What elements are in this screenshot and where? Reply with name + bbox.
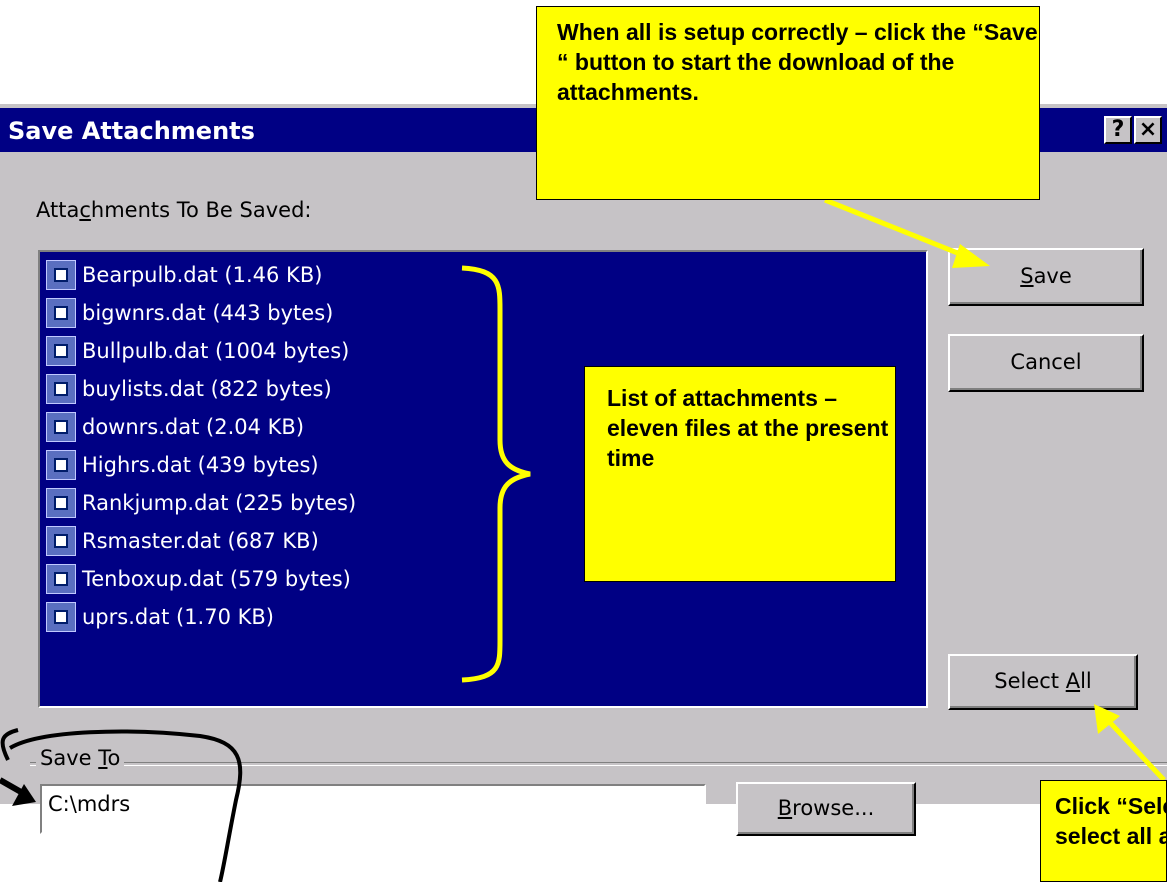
file-icon [46, 602, 76, 632]
list-item[interactable]: Rsmaster.dat (687 KB) [46, 522, 356, 560]
file-icon [46, 374, 76, 404]
file-icon [46, 298, 76, 328]
save-to-group-line [30, 762, 1167, 766]
browse-button[interactable]: Browse... [736, 782, 916, 836]
attachment-filename: Rankjump.dat (225 bytes) [82, 491, 357, 515]
attachment-filename: Bullpulb.dat (1004 bytes) [82, 339, 350, 363]
list-item[interactable]: Rankjump.dat (225 bytes) [46, 484, 356, 522]
file-icon [46, 526, 76, 556]
file-icon [46, 488, 76, 518]
cancel-button[interactable]: Cancel [948, 334, 1144, 392]
help-button[interactable]: ? [1104, 116, 1132, 144]
attachment-filename: Bearpulb.dat (1.46 KB) [82, 263, 323, 287]
select-all-button[interactable]: Select All [948, 654, 1138, 710]
file-icon [46, 336, 76, 366]
list-callout: List of attachments – eleven files at th… [584, 366, 896, 582]
list-item[interactable]: buylists.dat (822 bytes) [46, 370, 356, 408]
save-button[interactable]: Save [948, 248, 1144, 306]
save-to-label: Save To [36, 746, 125, 770]
attachment-filename: buylists.dat (822 bytes) [82, 377, 332, 401]
list-item[interactable]: bigwnrs.dat (443 bytes) [46, 294, 356, 332]
attachments-label: Attachments To Be Saved: [36, 198, 312, 222]
list-item[interactable]: Bearpulb.dat (1.46 KB) [46, 256, 356, 294]
save-callout: When all is setup correctly – click the … [536, 6, 1040, 200]
attachment-filename: Tenboxup.dat (579 bytes) [82, 567, 351, 591]
attachment-filename: downrs.dat (2.04 KB) [82, 415, 305, 439]
file-icon [46, 450, 76, 480]
save-to-input[interactable]: C:\mdrs [40, 784, 706, 834]
list-item[interactable]: Highrs.dat (439 bytes) [46, 446, 356, 484]
list-item[interactable]: Tenboxup.dat (579 bytes) [46, 560, 356, 598]
attachment-filename: Highrs.dat (439 bytes) [82, 453, 319, 477]
list-item[interactable]: uprs.dat (1.70 KB) [46, 598, 356, 636]
attachment-filename: bigwnrs.dat (443 bytes) [82, 301, 334, 325]
list-item[interactable]: downrs.dat (2.04 KB) [46, 408, 356, 446]
file-icon [46, 564, 76, 594]
attachment-filename: Rsmaster.dat (687 KB) [82, 529, 319, 553]
list-item[interactable]: Bullpulb.dat (1004 bytes) [46, 332, 356, 370]
file-icon [46, 412, 76, 442]
select-all-callout: Click “Select All” option to select all … [1040, 780, 1167, 882]
attachment-filename: uprs.dat (1.70 KB) [82, 605, 274, 629]
close-button[interactable]: × [1134, 116, 1162, 144]
dialog-title: Save Attachments [8, 117, 255, 145]
file-icon [46, 260, 76, 290]
